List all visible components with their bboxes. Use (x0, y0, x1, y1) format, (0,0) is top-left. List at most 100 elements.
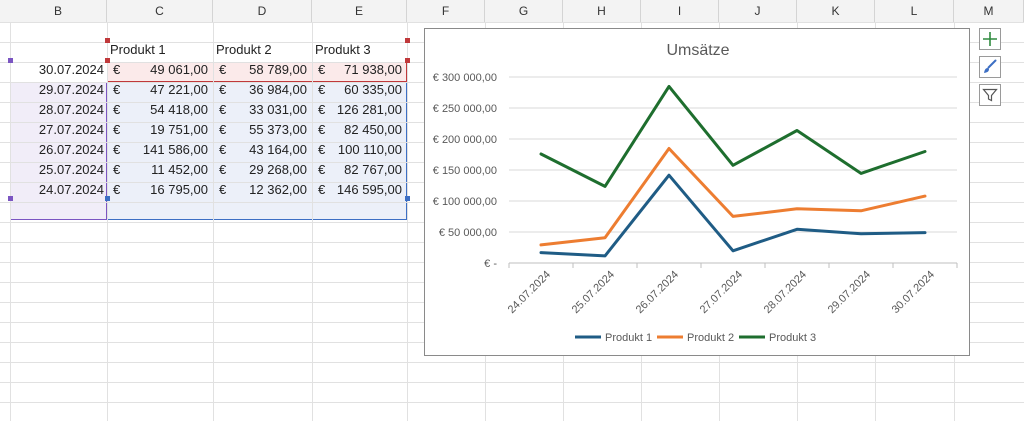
header-cell-produkt-1[interactable]: Produkt 1 (107, 40, 213, 60)
value-cell-produkt-1[interactable]: €54 418,00 (107, 100, 213, 120)
date-cell[interactable]: 30.07.2024 (10, 60, 107, 80)
currency-symbol: € (113, 182, 121, 197)
column-header-e[interactable]: E (312, 0, 407, 22)
value-cell-produkt-3[interactable]: €82 767,00 (312, 160, 407, 180)
value-cell-produkt-2[interactable]: €36 984,00 (213, 80, 312, 100)
y-tick-label: € 50 000,00 (439, 227, 497, 239)
value-cell-produkt-2[interactable]: €43 164,00 (213, 140, 312, 160)
date-cell[interactable]: 27.07.2024 (10, 120, 107, 140)
x-tick-label: 27.07.2024 (698, 269, 745, 316)
value-cell-produkt-2[interactable]: €55 373,00 (213, 120, 312, 140)
y-tick-label: € 150 000,00 (433, 165, 497, 177)
resize-handle[interactable] (405, 58, 410, 63)
y-tick-label: € 200 000,00 (433, 134, 497, 146)
resize-handle[interactable] (405, 38, 410, 43)
x-tick-label: 29.07.2024 (826, 269, 873, 316)
y-tick-label: € 100 000,00 (433, 196, 497, 208)
chart-filters-button[interactable] (979, 84, 1001, 106)
cell-value: 19 751,00 (150, 122, 208, 137)
chart-canvas: Umsätze € - € 50 000,00 € 100 000,00 € 150 0… (433, 42, 958, 344)
currency-symbol: € (318, 82, 326, 97)
value-cell-produkt-2[interactable]: €33 031,00 (213, 100, 312, 120)
cell-value: 33 031,00 (249, 102, 307, 117)
currency-symbol: € (219, 62, 227, 77)
column-header-bar: BCDEFGHIJKLM (0, 0, 1024, 23)
cell-value: 146 595,00 (336, 182, 402, 197)
brush-icon (980, 59, 1000, 81)
chart-elements-button[interactable] (979, 28, 1001, 50)
value-cell-produkt-2[interactable]: €12 362,00 (213, 180, 312, 200)
cell-value: 60 335,00 (344, 82, 402, 97)
column-header-c[interactable]: C (107, 0, 213, 22)
resize-handle[interactable] (105, 38, 110, 43)
cell-value: 141 586,00 (142, 142, 208, 157)
cell-value: 29 268,00 (249, 162, 307, 177)
cell-value: 49 061,00 (150, 62, 208, 77)
date-cell[interactable]: 25.07.2024 (10, 160, 107, 180)
value-cell-produkt-2[interactable]: €29 268,00 (213, 160, 312, 180)
date-cell[interactable]: 29.07.2024 (10, 80, 107, 100)
column-header-l[interactable]: L (875, 0, 954, 22)
value-cell-produkt-1[interactable]: €49 061,00 (107, 60, 213, 80)
filter-icon (980, 88, 1000, 109)
column-header-h[interactable]: H (563, 0, 641, 22)
resize-handle[interactable] (405, 196, 410, 201)
value-cell-produkt-3[interactable]: €71 938,00 (312, 60, 407, 80)
resize-handle[interactable] (105, 58, 110, 63)
chart-title: Umsätze (666, 42, 729, 59)
value-cell-produkt-1[interactable]: €47 221,00 (107, 80, 213, 100)
cell-value: 12 362,00 (249, 182, 307, 197)
x-tick-label: 30.07.2024 (890, 269, 937, 316)
currency-symbol: € (219, 102, 227, 117)
currency-symbol: € (318, 162, 326, 177)
column-header-j[interactable]: J (719, 0, 797, 22)
x-tick-label: 24.07.2024 (506, 269, 553, 316)
currency-symbol: € (219, 182, 227, 197)
value-cell-produkt-3[interactable]: €126 281,00 (312, 100, 407, 120)
legend-label-produkt-3: Produkt 3 (769, 332, 816, 344)
value-cell-produkt-3[interactable]: €60 335,00 (312, 80, 407, 100)
value-cell-produkt-1[interactable]: €11 452,00 (107, 160, 213, 180)
cell-value: 100 110,00 (337, 142, 402, 157)
value-cell-produkt-2[interactable]: €58 789,00 (213, 60, 312, 80)
header-cell-produkt-2[interactable]: Produkt 2 (213, 40, 312, 60)
value-cell-produkt-3[interactable]: €146 595,00 (312, 180, 407, 200)
plus-icon (980, 32, 1000, 53)
series-line-produkt-3 (539, 84, 927, 188)
column-header-b[interactable]: B (10, 0, 107, 22)
column-header-k[interactable]: K (797, 0, 875, 22)
date-cell[interactable]: 28.07.2024 (10, 100, 107, 120)
header-cell-produkt-3[interactable]: Produkt 3 (312, 40, 407, 60)
resize-handle[interactable] (8, 58, 13, 63)
gridline-horizontal (0, 402, 1024, 403)
value-cell-produkt-1[interactable]: €141 586,00 (107, 140, 213, 160)
resize-handle[interactable] (105, 196, 110, 201)
resize-handle[interactable] (8, 196, 13, 201)
cell-value: 43 164,00 (249, 142, 307, 157)
column-header-d[interactable]: D (213, 0, 312, 22)
column-header-f[interactable]: F (407, 0, 485, 22)
line-chart[interactable]: Umsätze € - € 50 000,00 € 100 000,00 € 150 0… (424, 28, 970, 356)
column-header-i[interactable]: I (641, 0, 719, 22)
value-cell-produkt-1[interactable]: €19 751,00 (107, 120, 213, 140)
value-cell-produkt-3[interactable]: €82 450,00 (312, 120, 407, 140)
y-tick-label: € - (484, 258, 497, 270)
currency-symbol: € (219, 122, 227, 137)
currency-symbol: € (113, 122, 121, 137)
gridline-horizontal (0, 382, 1024, 383)
column-header-m[interactable]: M (954, 0, 1024, 22)
value-cell-produkt-1[interactable]: €16 795,00 (107, 180, 213, 200)
currency-symbol: € (113, 82, 121, 97)
currency-symbol: € (318, 182, 326, 197)
currency-symbol: € (113, 142, 121, 157)
cell-value: 126 281,00 (336, 102, 402, 117)
cell-value: 36 984,00 (249, 82, 307, 97)
value-cell-produkt-3[interactable]: €100 110,00 (312, 140, 407, 160)
date-cell[interactable]: 24.07.2024 (10, 180, 107, 200)
currency-symbol: € (219, 142, 227, 157)
column-header-g[interactable]: G (485, 0, 563, 22)
date-cell[interactable]: 26.07.2024 (10, 140, 107, 160)
currency-symbol: € (318, 142, 326, 157)
gridline-horizontal (0, 362, 1024, 363)
chart-styles-button[interactable] (979, 56, 1001, 78)
